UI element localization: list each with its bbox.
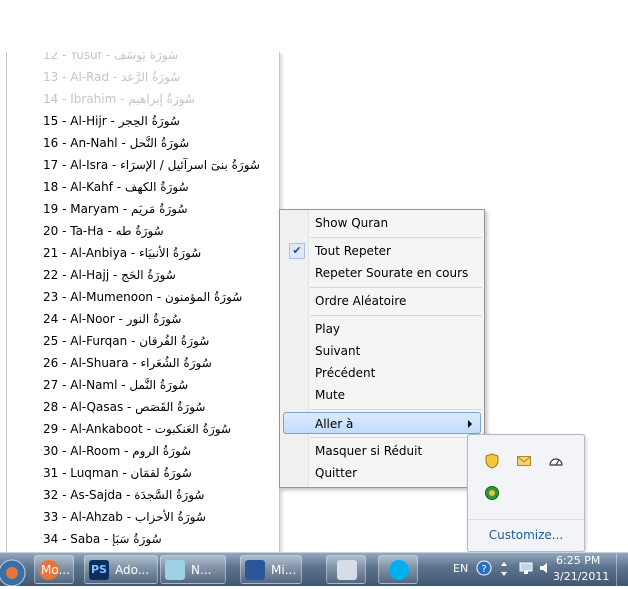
clock-time[interactable]: 6:25 PM (556, 554, 600, 567)
menu-item-play[interactable]: Play (283, 318, 481, 340)
menu-item-label: Repeter Sourate en cours (315, 266, 469, 280)
notepad-icon (165, 560, 185, 580)
menu-item-ordre-aleatoire[interactable]: Ordre Aléatoire (283, 290, 481, 312)
surah-menu-item[interactable]: 33 - Al-Ahzab - سُورَةُ الأحزاب (43, 506, 206, 528)
surah-menu-item[interactable]: 31 - Luqman - سُورَةُ لقمَان (43, 462, 192, 484)
menu-item-label: Suivant (315, 344, 361, 358)
surah-menu-item[interactable]: 28 - Al-Qasas - سُورَةُ القَصَص (43, 396, 205, 418)
menu-item-label: Mute (315, 388, 346, 402)
surah-menu-item[interactable]: 26 - Al-Shuara - سُورَةُ الشُعَراء (43, 352, 212, 374)
customize-link[interactable]: Customize... (468, 519, 584, 548)
taskbar-button-word[interactable]: Mi... (240, 555, 302, 584)
surah-submenu: 12 - Yusuf - سُورَةُ يُوسُف 13 - Al-Rad -… (6, 52, 280, 561)
surah-menu-item[interactable]: 23 - Al-Mumenoon - سُورَةُ المؤمنون (43, 286, 242, 308)
gauge-icon[interactable] (548, 453, 564, 469)
menu-item-precedent[interactable]: Précédent (283, 362, 481, 384)
taskbar-button-label: Mi... (271, 563, 297, 577)
surah-menu-item[interactable]: 15 - Al-Hijr - سُورَةُ الحِجر (43, 110, 180, 132)
surah-menu-item[interactable]: 30 - Al-Room - سُورَةُ الروم (43, 440, 191, 462)
network-icon[interactable] (518, 560, 534, 576)
surah-menu-item[interactable]: 24 - Al-Noor - سُورَةُ النور (43, 308, 181, 330)
menu-item-label: Précédent (315, 366, 376, 380)
taskbar-button-label: N... (191, 563, 212, 577)
calculator-icon (337, 560, 357, 580)
menu-item-label: Aller à (315, 417, 354, 431)
language-indicator[interactable]: EN (453, 562, 468, 575)
menu-item-masquer[interactable]: Masquer si Réduit (283, 440, 481, 462)
menu-item-repeter-sourate[interactable]: Repeter Sourate en cours (283, 262, 481, 284)
surah-menu-item[interactable]: 14 - Ibrahim - سُورَةُ إبراهيم (43, 88, 195, 110)
surah-menu-item[interactable]: 13 - Al-Rad - سُورَةُ الرَّعد (43, 66, 180, 88)
menu-item-show-quran[interactable]: Show Quran (283, 212, 481, 234)
menu-separator (310, 237, 482, 238)
show-hidden-icons-icon[interactable] (499, 559, 509, 579)
tray-context-menu: Show Quran ✔ Tout Repeter Repeter Sourat… (279, 209, 485, 488)
clock-date[interactable]: 3/21/2011 (553, 570, 609, 583)
taskbar-button-notepad[interactable]: N... (160, 555, 226, 584)
volume-icon[interactable] (538, 560, 554, 576)
menu-item-label: Ordre Aléatoire (315, 294, 407, 308)
surah-menu-item[interactable]: 34 - Saba - سُورَةُ سَبَإ (43, 528, 162, 550)
svg-text:?: ? (481, 564, 486, 575)
show-desktop-button[interactable] (616, 553, 628, 586)
surah-menu-item[interactable]: 29 - Al-Ankaboot - سُورَةُ العَنكبوت (43, 418, 231, 440)
taskbar-button-label: Mo... (41, 563, 70, 577)
surah-menu-item[interactable]: 21 - Al-Anbiya - سُورَةُ الأنبيَاء (43, 242, 201, 264)
surah-menu-item[interactable]: 27 - Al-Naml - سُورَةُ النَّمل (43, 374, 188, 396)
menu-separator (310, 409, 482, 410)
menu-separator (310, 287, 482, 288)
surah-menu-item[interactable]: 18 - Al-Kahf - سُورَةُ الكهف (43, 176, 189, 198)
surah-menu-item[interactable]: 22 - Al-Hajj - سُورَةُ الحَج (43, 264, 176, 286)
surah-menu-item[interactable]: 17 - Al-Isra - سُورَةُ بنىٓ اسرآئيل / ال… (43, 154, 260, 176)
submenu-arrow-icon (468, 420, 472, 428)
windows-orb-icon (0, 559, 26, 587)
taskbar-button-calculator[interactable] (326, 555, 366, 584)
menu-item-label: Tout Repeter (315, 244, 391, 258)
help-icon[interactable]: ? (476, 560, 492, 576)
surah-menu-item[interactable]: 25 - Al-Furqan - سُورَةُ الفُرقان (43, 330, 209, 352)
word-icon (245, 560, 265, 580)
surah-menu-item[interactable]: 12 - Yusuf - سُورَةُ يُوسُف (43, 52, 178, 66)
taskbar-button-skype[interactable] (378, 555, 418, 584)
menu-separator (310, 437, 482, 438)
menu-item-mute[interactable]: Mute (283, 384, 481, 406)
menu-item-quitter[interactable]: Quitter (283, 462, 481, 484)
menu-separator (310, 315, 482, 316)
taskbar-button-firefox[interactable]: Mo... (34, 555, 74, 584)
menu-item-tout-repeter[interactable]: ✔ Tout Repeter (283, 240, 481, 262)
shield-icon[interactable] (484, 453, 500, 469)
photoshop-icon: PS (89, 560, 109, 580)
mail-icon[interactable] (516, 453, 532, 469)
surah-menu-item[interactable]: 16 - An-Nahl - سُورَةُ النَّحل (43, 132, 189, 154)
menu-item-label: Show Quran (315, 216, 389, 230)
menu-item-label: Quitter (315, 466, 358, 480)
skype-icon (389, 560, 409, 580)
quran-app-icon[interactable] (484, 485, 500, 501)
notification-overflow-panel: Customize... (467, 434, 585, 552)
surah-menu-item[interactable]: 19 - Maryam - سُورَةُ مَريَم (43, 198, 188, 220)
taskbar-button-photoshop[interactable]: PS Ado... (84, 555, 158, 584)
menu-item-suivant[interactable]: Suivant (283, 340, 481, 362)
taskbar-button-label: Ado... (115, 563, 150, 577)
start-button[interactable] (0, 553, 32, 587)
menu-item-label: Play (315, 322, 341, 336)
surah-menu-item[interactable]: 32 - As-Sajda - سُورَةُ السَّجدَة (43, 484, 204, 506)
menu-item-label: Masquer si Réduit (315, 444, 423, 458)
menu-item-aller-a[interactable]: Aller à (283, 412, 481, 434)
taskbar: Mo... PS Ado... N... Mi... EN ? 6:25 PM … (0, 552, 628, 587)
surah-menu-item[interactable]: 20 - Ta-Ha - سُورَةُ طه (43, 220, 164, 242)
checkmark-icon: ✔ (289, 243, 305, 259)
